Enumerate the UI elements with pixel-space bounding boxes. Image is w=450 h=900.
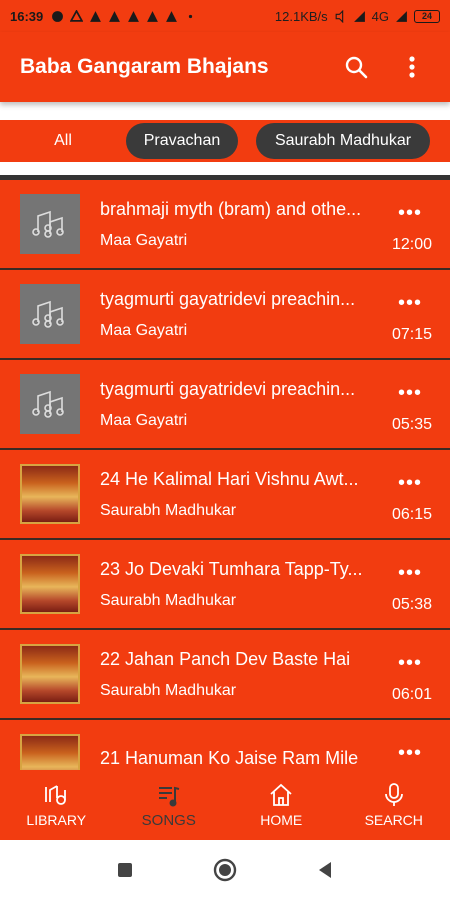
track-artist: Saurabh Madhukar: [100, 591, 237, 609]
more-options-icon[interactable]: •••: [398, 563, 422, 583]
chip-pravachan[interactable]: Pravachan: [126, 123, 238, 159]
filter-chips: All Pravachan Saurabh Madhukar: [0, 120, 450, 162]
track-title: 24 He Kalimal Hari Vishnu Awt...: [100, 468, 359, 489]
notification-icons: [51, 9, 197, 23]
more-options-icon[interactable]: •••: [398, 293, 422, 313]
back-icon[interactable]: [317, 861, 333, 879]
track-duration: 12:00: [391, 236, 432, 253]
nav-home[interactable]: HOME: [225, 770, 338, 840]
recents-icon[interactable]: [117, 862, 133, 878]
status-bar: 16:39 12.1KB/s 4G 24: [0, 0, 450, 32]
track-list[interactable]: brahmaji myth (bram) and othe... Maa Gay…: [0, 180, 450, 770]
sync-icon: [70, 9, 84, 22]
warning-icon: [128, 10, 140, 22]
album-art: [20, 734, 80, 770]
track-duration: 06:15: [391, 506, 432, 523]
overflow-menu-button[interactable]: [394, 49, 430, 85]
network-speed: 12.1KB/s: [274, 8, 328, 24]
more-options-icon[interactable]: •••: [398, 473, 422, 493]
app-bar: Baba Gangaram Bhajans: [0, 32, 450, 102]
nav-home-label: HOME: [260, 812, 303, 828]
nav-search[interactable]: SEARCH: [338, 770, 450, 840]
nav-library[interactable]: LIBRARY: [0, 770, 113, 840]
playlist-icon: [158, 786, 179, 806]
track-title: brahmaji myth (bram) and othe...: [100, 198, 362, 219]
more-vert-icon: [409, 56, 415, 78]
warning-icon: [90, 10, 102, 22]
more-options-icon[interactable]: •••: [398, 203, 422, 223]
track-duration: 07:15: [391, 326, 432, 343]
chip-saurabh-madhukar[interactable]: Saurabh Madhukar: [256, 123, 430, 159]
track-duration: 05:38: [391, 596, 432, 613]
track-duration: 06:01: [391, 686, 432, 703]
track-artist: Saurabh Madhukar: [100, 501, 237, 519]
status-time: 16:39: [10, 8, 44, 24]
music-note-icon: [20, 284, 80, 344]
chip-all[interactable]: All: [0, 123, 126, 159]
microphone-icon: [384, 783, 403, 806]
bottom-navigation: LIBRARY SONGS HOME SEARCH: [0, 770, 450, 840]
track-row[interactable]: 24 He Kalimal Hari Vishnu Awt... Saurabh…: [0, 450, 450, 540]
more-options-icon[interactable]: •••: [398, 383, 422, 403]
library-icon: [45, 785, 67, 805]
track-artist: Maa Gayatri: [100, 321, 188, 339]
track-artist: Saurabh Madhukar: [100, 681, 237, 699]
battery-icon: 24: [414, 9, 440, 23]
signal-icon: [396, 10, 407, 22]
album-art: [20, 644, 80, 704]
track-row[interactable]: 22 Jahan Panch Dev Baste Hai Saurabh Mad…: [0, 630, 450, 720]
notification-icon: [52, 10, 64, 22]
app-title: Baba Gangaram Bhajans: [20, 55, 269, 78]
search-icon: [345, 56, 368, 79]
track-title: tyagmurti gayatridevi preachin...: [100, 288, 356, 309]
track-title: 23 Jo Devaki Tumhara Tapp-Ty...: [100, 558, 363, 579]
track-artist: Maa Gayatri: [100, 411, 188, 429]
music-note-icon: [20, 194, 80, 254]
track-title: 22 Jahan Panch Dev Baste Hai: [100, 648, 351, 669]
track-row[interactable]: tyagmurti gayatridevi preachin... Maa Ga…: [0, 360, 450, 450]
warning-icon: [109, 10, 121, 22]
system-navigation-bar: [0, 840, 450, 900]
signal-icon: [353, 10, 365, 22]
search-button[interactable]: [338, 49, 374, 85]
track-artist: Maa Gayatri: [100, 231, 188, 249]
home-icon: [270, 783, 292, 806]
album-art: [20, 464, 80, 524]
track-row[interactable]: tyagmurti gayatridevi preachin... Maa Ga…: [0, 270, 450, 360]
track-title: 21 Hanuman Ko Jaise Ram Mile: [100, 747, 359, 768]
warning-icon: [166, 10, 178, 22]
nav-search-label: SEARCH: [364, 812, 423, 828]
nav-songs[interactable]: SONGS: [113, 770, 226, 840]
track-title: tyagmurti gayatridevi preachin...: [100, 378, 356, 399]
music-note-icon: [20, 374, 80, 434]
network-type: 4G: [371, 8, 389, 24]
track-duration: 05:35: [391, 416, 432, 433]
album-art: [20, 554, 80, 614]
track-row[interactable]: 21 Hanuman Ko Jaise Ram Mile •••: [0, 720, 450, 770]
home-circle-icon[interactable]: [213, 858, 237, 882]
mute-icon: [335, 9, 343, 23]
more-dots-icon: [189, 14, 193, 18]
track-row[interactable]: brahmaji myth (bram) and othe... Maa Gay…: [0, 180, 450, 270]
more-options-icon[interactable]: •••: [398, 653, 422, 673]
track-row[interactable]: 23 Jo Devaki Tumhara Tapp-Ty... Saurabh …: [0, 540, 450, 630]
warning-icon: [147, 10, 159, 22]
nav-songs-label: SONGS: [141, 811, 196, 829]
nav-library-label: LIBRARY: [26, 812, 87, 828]
more-options-icon[interactable]: •••: [398, 743, 422, 763]
